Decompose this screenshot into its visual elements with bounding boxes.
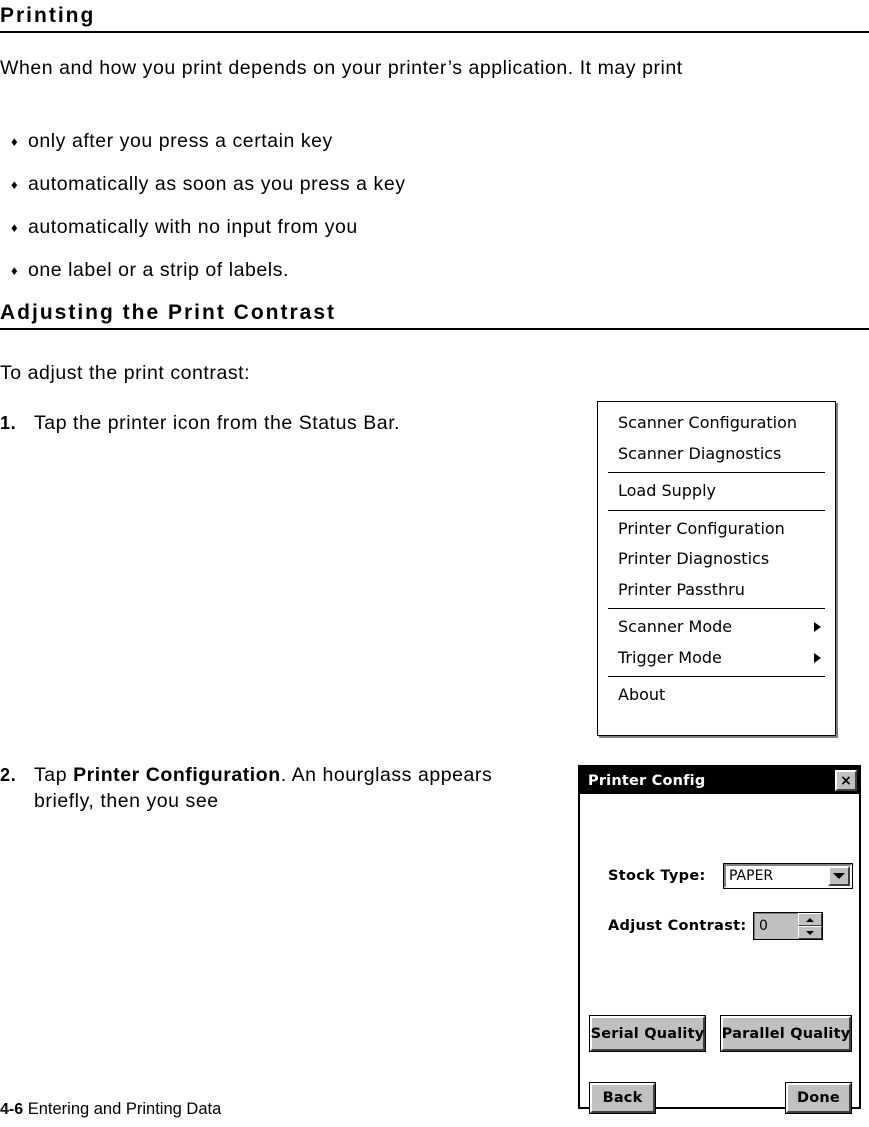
adjust-contrast-field: Adjust Contrast: 0	[608, 912, 823, 940]
spinner-up-icon[interactable]	[798, 913, 822, 926]
diamond-bullet-icon: ♦	[11, 220, 18, 235]
spinner-up-glyph	[806, 917, 814, 922]
menu-item-printer-diagnostics[interactable]: Printer Diagnostics	[598, 544, 835, 575]
dialog-titlebar: Printer Config ×	[580, 767, 859, 794]
diamond-bullet-icon: ♦	[11, 134, 18, 149]
menu-item-label: Load Supply	[618, 481, 716, 500]
menu-item-scanner-diagnostics[interactable]: Scanner Diagnostics	[598, 439, 835, 470]
chevron-down-icon[interactable]	[828, 866, 850, 886]
menu-item-scanner-configuration[interactable]: Scanner Configuration	[598, 408, 835, 439]
step-text: Tap Printer Configuration. An hourglass …	[34, 762, 534, 814]
menu-separator	[608, 676, 825, 677]
diamond-bullet-icon: ♦	[11, 177, 18, 192]
diamond-bullet-icon: ♦	[11, 263, 18, 278]
menu-item-label: Scanner Diagnostics	[618, 443, 782, 463]
list-item: ♦ automatically with no input from you	[0, 215, 840, 240]
menu-item-about[interactable]: About	[598, 680, 835, 711]
menu-item-printer-passthru[interactable]: Printer Passthru	[598, 575, 835, 606]
procedure-step-1: 1. Tap the printer icon from the Status …	[0, 410, 540, 436]
step-number: 1.	[0, 413, 17, 433]
step-text-prefix: Tap	[34, 764, 74, 786]
step-text-emphasis: Printer Configuration	[73, 764, 281, 786]
menu-item-label: Printer Diagnostics	[618, 549, 770, 568]
menu-item-printer-configuration[interactable]: Printer Configuration	[598, 514, 835, 545]
stock-type-label: Stock Type:	[608, 868, 706, 884]
chevron-down-glyph	[833, 873, 845, 879]
menu-item-label: Printer Configuration	[618, 518, 785, 538]
back-button[interactable]: Back	[589, 1082, 656, 1114]
stock-type-value: PAPER	[729, 868, 774, 884]
list-item-label: automatically with no input from you	[28, 216, 358, 238]
parallel-quality-button[interactable]: Parallel Quality	[720, 1015, 852, 1052]
serial-quality-button[interactable]: Serial Quality	[589, 1015, 706, 1052]
procedure-step-2: 2. Tap Printer Configuration. An hourgla…	[0, 762, 555, 814]
submenu-arrow-icon	[814, 622, 821, 633]
done-button[interactable]: Done	[785, 1082, 852, 1114]
menu-item-label: Printer Passthru	[618, 579, 745, 599]
stepper-arrows	[798, 913, 822, 939]
spinner-down-icon[interactable]	[798, 926, 822, 939]
adjust-contrast-stepper[interactable]: 0	[753, 912, 823, 940]
close-icon[interactable]: ×	[835, 770, 857, 791]
subsection-title: Adjusting the Print Contrast	[0, 297, 869, 330]
list-item: ♦ only after you press a certain key	[0, 129, 840, 154]
menu-separator	[608, 608, 825, 609]
menu-item-label: Trigger Mode	[618, 647, 722, 667]
menu-item-trigger-mode[interactable]: Trigger Mode	[598, 643, 835, 674]
spinner-down-glyph	[806, 930, 814, 935]
menu-item-label: Scanner Mode	[618, 617, 733, 636]
bullet-list: ♦ only after you press a certain key ♦ a…	[0, 129, 840, 283]
list-item-label: one label or a strip of labels.	[28, 259, 289, 281]
dialog-body: Stock Type: PAPER Adjust Contrast: 0 Ser…	[580, 794, 859, 1114]
submenu-arrow-icon	[814, 652, 821, 663]
menu-item-label: Scanner Configuration	[618, 413, 798, 432]
intro-paragraph: When and how you print depends on your p…	[0, 57, 683, 79]
stock-type-select[interactable]: PAPER	[723, 863, 853, 889]
list-item: ♦ one label or a strip of labels.	[0, 258, 840, 283]
menu-separator	[608, 472, 825, 473]
menu-item-scanner-mode[interactable]: Scanner Mode	[598, 612, 835, 643]
menu-item-label: About	[618, 685, 666, 704]
menu-item-load-supply[interactable]: Load Supply	[598, 476, 835, 507]
page-footer: 4-6 Entering and Printing Data	[0, 1099, 221, 1120]
step-number: 2.	[0, 765, 17, 785]
list-item-label: only after you press a certain key	[28, 130, 333, 152]
dialog-title: Printer Config	[588, 772, 706, 789]
printer-status-menu: Scanner Configuration Scanner Diagnostic…	[597, 401, 836, 736]
list-item-label: automatically as soon as you press a key	[28, 173, 406, 195]
adjust-contrast-label: Adjust Contrast:	[608, 918, 747, 934]
adjust-contrast-value: 0	[754, 913, 798, 939]
page-title: Printing	[0, 0, 869, 33]
printer-config-dialog: Printer Config × Stock Type: PAPER Adjus…	[578, 765, 861, 1114]
list-item: ♦ automatically as soon as you press a k…	[0, 172, 840, 197]
footer-page-number: 4-6	[0, 1101, 24, 1118]
step-text: Tap the printer icon from the Status Bar…	[34, 412, 401, 434]
stock-type-field: Stock Type: PAPER	[608, 863, 853, 889]
menu-separator	[608, 509, 825, 511]
lead-in-text: To adjust the print contrast:	[0, 362, 251, 384]
footer-chapter-title: Entering and Printing Data	[27, 1100, 222, 1118]
